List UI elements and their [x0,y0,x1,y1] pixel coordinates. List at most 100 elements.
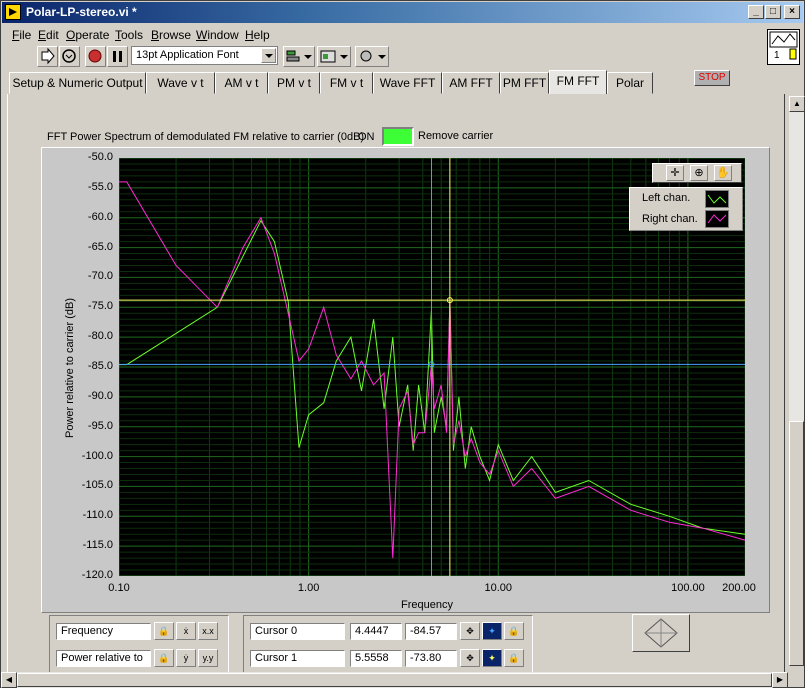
horizontal-scroll-thumb[interactable] [17,673,772,687]
menu-file[interactable]: File [12,28,31,42]
crosshair-icon[interactable]: ✛ [666,165,684,181]
tab-pm-vt[interactable]: PM v t [268,72,320,94]
graph-palette: ✛ ⊕ ✋ [652,163,742,183]
legend-swatch-right[interactable] [705,210,729,228]
lock-icon[interactable]: 🔒 [154,649,174,667]
align-objects-icon [286,50,312,62]
cursor-1-y[interactable]: -73.80 [405,650,457,667]
tab-am-fft[interactable]: AM FFT [442,72,500,94]
cursor-lock-icon[interactable]: 🔒 [504,649,524,667]
y-format-icon[interactable]: y.y [198,649,218,667]
lock-icon[interactable]: 🔒 [154,622,174,640]
y-scale-name: Power relative to [56,650,151,667]
x-tick-label: 200.00 [722,582,756,594]
y-tick-label: -60.0 [87,210,113,223]
tab-setup[interactable]: Setup & Numeric Output [9,72,146,94]
x-scale-name: Frequency [56,623,151,640]
graph-label: FFT Power Spectrum of demodulated FM rel… [47,131,365,143]
remove-carrier-switch[interactable] [382,127,414,146]
y-tick-label: -100.0 [81,449,113,462]
vertical-scroll-thumb[interactable] [789,421,804,666]
minimize-button[interactable]: _ [748,5,764,19]
toolbar [1,44,761,69]
scroll-right-icon[interactable]: ▶ [772,672,788,688]
vi-window: Polar-LP-stereo.vi * _ □ × File Edit Ope… [0,0,805,688]
cursor-1-x[interactable]: 5.5558 [350,650,402,667]
tab-fm-vt[interactable]: FM v t [320,72,373,94]
reorder-button[interactable] [355,46,389,67]
align-objects-button[interactable] [283,46,315,67]
menu-help[interactable]: Help [245,28,270,42]
y-axis-label: Power relative to carrier (dB) [64,298,76,438]
y-tick-label: -50.0 [87,151,113,163]
menu-tools[interactable]: Tools [115,28,143,42]
run-button[interactable] [37,46,58,67]
reorder-icon [360,50,386,62]
cursor-0-x[interactable]: 4.4447 [350,623,402,640]
y-tick-label: -55.0 [87,180,113,193]
scroll-left-icon[interactable]: ◀ [1,672,17,688]
connector-pane-icon[interactable]: 1 [767,29,800,65]
series-right-line [119,181,745,559]
cursor-style-icon[interactable]: ✦ [482,649,502,667]
cursor-movement-pad[interactable] [632,614,690,652]
x-tick-label: 0.10 [108,582,130,594]
connector-pane-number: 1 [774,50,780,61]
tab-wave-vt[interactable]: Wave v t [146,72,215,94]
menu-window[interactable]: Window [196,28,239,42]
tab-control: Setup & Numeric Output Wave v t AM v t P… [9,70,784,95]
menu-edit[interactable]: Edit [38,28,59,42]
x-autoscale-icon[interactable]: ẋ [176,622,196,640]
legend-item-right: Right chan. [642,213,698,225]
vertical-scrollbar[interactable]: ▲ [788,96,805,666]
x-format-icon[interactable]: x.x [198,622,218,640]
tab-pm-fft[interactable]: PM FFT [500,72,549,94]
abort-button[interactable] [85,46,106,67]
pan-hand-icon[interactable]: ✋ [714,165,732,181]
cursor-move-icon[interactable]: ✥ [460,622,480,640]
cursor-lock-icon[interactable]: 🔒 [504,622,524,640]
x-tick-label: 100.00 [671,582,705,594]
cursor-1-name[interactable]: Cursor 1 [250,650,345,667]
window-title: Polar-LP-stereo.vi * [26,5,137,19]
y-tick-label: -105.0 [81,479,113,492]
x-axis-label: Frequency [401,599,453,611]
dropdown-arrow-icon[interactable] [261,48,276,63]
distribute-objects-icon [320,50,348,63]
font-selector-value: 13pt Application Font [136,49,239,61]
menu-browse[interactable]: Browse [151,28,191,42]
legend-swatch-left[interactable] [705,190,729,208]
y-tick-label: -120.0 [81,569,113,581]
tab-fm-fft[interactable]: FM FFT [549,70,607,95]
labview-app-icon [5,4,21,20]
plot-legend: Left chan. Right chan. [629,187,743,231]
switch-state-label: ON [358,131,375,143]
distribute-objects-button[interactable] [317,46,351,67]
cursor-move-icon[interactable]: ✥ [460,649,480,667]
font-selector[interactable]: 13pt Application Font [131,46,278,65]
stop-button[interactable]: STOP [694,70,730,86]
horizontal-scrollbar[interactable]: ◀ ▶ [1,672,788,688]
scale-legend: Frequency 🔒 ẋ x.x Power relative to 🔒 ẏ … [49,615,229,673]
cursor-0-y[interactable]: -84.57 [405,623,457,640]
remove-carrier-label: Remove carrier [418,130,494,142]
run-continuously-button[interactable] [59,46,80,67]
scroll-up-icon[interactable]: ▲ [789,96,805,112]
menu-operate[interactable]: Operate [66,28,109,42]
cursor-style-icon[interactable]: ✦ [482,622,502,640]
tab-polar[interactable]: Polar [607,72,653,94]
y-tick-label: -110.0 [82,509,113,522]
pause-button[interactable] [107,46,128,67]
zoom-icon[interactable]: ⊕ [690,165,708,181]
diamond-nav-icon [644,618,678,648]
close-button[interactable]: × [784,5,800,19]
vi-icon-graphic [769,31,798,60]
run-arrow-icon [41,47,55,65]
x-tick-label: 10.00 [484,582,513,594]
y-autoscale-icon[interactable]: ẏ [176,649,196,667]
cursor-0-name[interactable]: Cursor 0 [250,623,345,640]
tab-am-vt[interactable]: AM v t [215,72,268,94]
x-tick-label: 1.00 [297,582,320,594]
maximize-button[interactable]: □ [765,5,781,19]
tab-wave-fft[interactable]: Wave FFT [373,72,442,94]
